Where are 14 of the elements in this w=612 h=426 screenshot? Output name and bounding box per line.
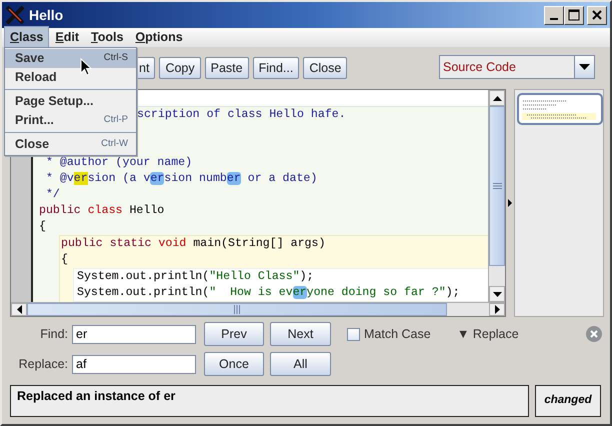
code-line: { xyxy=(39,219,47,235)
code-line: */ xyxy=(44,187,61,203)
replace-label: Replace: xyxy=(18,356,69,373)
code-line: { xyxy=(61,252,69,268)
code-line: System.out.println(" How is everyone doing so far ?"); xyxy=(77,285,461,301)
status-indicator: changed xyxy=(535,385,601,417)
find-label: Find: xyxy=(39,326,69,343)
status-message: Replaced an instance of er xyxy=(10,385,529,417)
code-line: public static void main(String[] args) xyxy=(61,236,326,252)
code-line: public class Hello xyxy=(39,203,166,219)
code-line: scription of class Hello hafe. xyxy=(137,107,347,123)
window-title: Hello xyxy=(29,6,64,24)
code-line: System.out.println("Hello Class"); xyxy=(77,269,315,285)
code-line: * @version (a version number or a date) xyxy=(44,171,318,187)
